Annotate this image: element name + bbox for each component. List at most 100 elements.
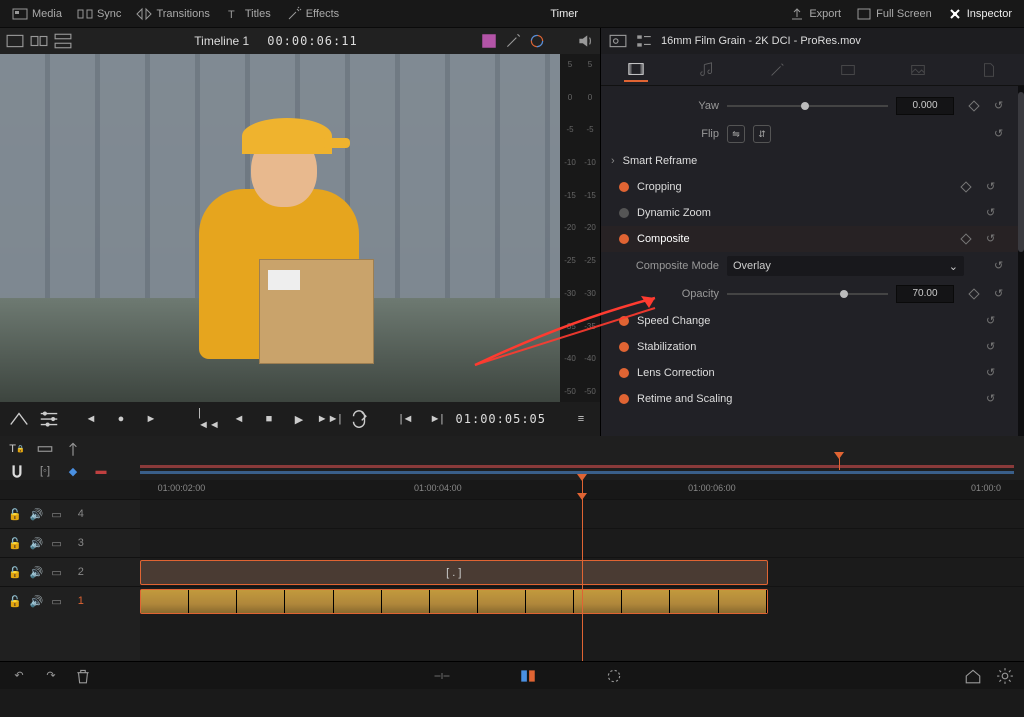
fullscreen-button[interactable]: Full Screen [850,3,938,25]
transport-menu-icon[interactable]: ≡ [570,408,592,430]
clip-thumb-icon[interactable] [609,32,627,50]
flip-reset-icon[interactable]: ↺ [994,127,1008,141]
tab-image[interactable] [906,58,930,82]
track-head-4[interactable]: 🔓🔊▭4 [0,499,140,528]
overlay-icon-1[interactable] [480,32,498,50]
composite-toggle[interactable] [619,234,629,244]
lens-reset-icon[interactable]: ↺ [986,366,1000,380]
timeline-view-2-icon[interactable] [64,440,82,458]
gear-icon[interactable] [996,667,1014,685]
smart-reframe-section[interactable]: › Smart Reframe [601,148,1018,174]
lock-icon[interactable]: 🔓 [8,595,22,608]
cropping-section[interactable]: Cropping ↺ [601,174,1018,200]
yaw-value[interactable]: 0.000 [896,97,954,115]
flip-h-button[interactable]: ⇋ [727,125,745,143]
viewer-mode-1-icon[interactable] [6,32,24,50]
tab-file[interactable] [977,58,1001,82]
stabilization-toggle[interactable] [619,342,629,352]
prev-frame-icon[interactable]: ◄ [228,408,250,430]
go-start-icon[interactable]: |◄◄ [198,408,220,430]
composite-mode-reset-icon[interactable]: ↺ [994,259,1008,273]
speaker-icon[interactable]: 🔊 [30,566,44,579]
lock-icon[interactable]: 🔓 [8,537,22,550]
inspector-scrollbar[interactable] [1018,86,1024,436]
viewer-mode-3-icon[interactable] [54,32,72,50]
lock-icon[interactable]: 🔓 [8,508,22,521]
next-frame-icon[interactable]: ►►| [318,408,340,430]
flip-v-button[interactable]: ⇵ [753,125,771,143]
sync-button[interactable]: Sync [71,3,127,25]
speaker-icon[interactable]: 🔊 [30,595,44,608]
transport-timecode[interactable]: 01:00:05:05 [456,412,546,426]
effects-button[interactable]: Effects [280,3,345,25]
track-head-1[interactable]: 🔓🔊▭1 [0,586,140,615]
composite-reset-icon[interactable]: ↺ [986,232,1000,246]
settings-sliders-icon[interactable] [38,408,60,430]
transitions-button[interactable]: Transitions [130,3,215,25]
speaker-icon[interactable] [576,32,594,50]
home-icon[interactable] [964,667,982,685]
timeline-range-bar[interactable] [140,462,1014,470]
cropping-reset-icon[interactable]: ↺ [986,180,1000,194]
page-cut-icon[interactable] [433,667,451,685]
composite-keyframe[interactable] [960,233,971,244]
page-loading-icon[interactable] [605,667,623,685]
play-icon[interactable]: ▶ [288,408,310,430]
yaw-slider[interactable] [727,105,888,107]
snap-icon[interactable] [8,462,26,480]
stop-icon[interactable]: ■ [258,408,280,430]
opacity-reset-icon[interactable]: ↺ [994,287,1008,301]
preview-area[interactable]: 50-5-10-15-20-25-30-35-40-50 50-5-10-15-… [0,54,600,402]
opacity-keyframe[interactable] [968,288,979,299]
tab-video[interactable] [624,58,648,82]
trash-icon[interactable] [74,667,92,685]
timeline-body[interactable]: [ . ] [140,499,1024,661]
retime-section[interactable]: Retime and Scaling ↺ [601,386,1018,412]
magic-wand-icon[interactable] [504,32,522,50]
opacity-value[interactable]: 70.00 [896,285,954,303]
opacity-slider[interactable] [727,293,888,295]
bypass-icon[interactable] [8,408,30,430]
dynamic-zoom-reset-icon[interactable]: ↺ [986,206,1000,220]
clip-video[interactable] [140,589,768,614]
viewer-mode-2-icon[interactable] [30,32,48,50]
track-head-3[interactable]: 🔓🔊▭3 [0,528,140,557]
composite-section[interactable]: Composite ↺ [601,226,1018,252]
timeline-playhead[interactable] [582,499,583,661]
link-icon[interactable]: [◦] [36,462,54,480]
speaker-icon[interactable]: 🔊 [30,537,44,550]
stabilization-section[interactable]: Stabilization ↺ [601,334,1018,360]
track-toggle-icon[interactable]: ▭ [51,537,61,550]
dynamic-zoom-toggle[interactable] [619,208,629,218]
mark-out-icon[interactable]: ► [140,408,162,430]
tab-effects[interactable] [765,58,789,82]
next-clip-icon[interactable]: ►| [426,408,448,430]
speaker-icon[interactable]: 🔊 [30,508,44,521]
redo-icon[interactable]: ↷ [42,667,60,685]
track-toggle-icon[interactable]: ▭ [51,595,61,608]
retime-toggle[interactable] [619,394,629,404]
yaw-reset-icon[interactable]: ↺ [994,99,1008,113]
clip-grain[interactable]: [ . ] [140,560,768,585]
tab-transition[interactable] [836,58,860,82]
yaw-keyframe[interactable] [968,100,979,111]
speed-reset-icon[interactable]: ↺ [986,314,1000,328]
timeline-view-1-icon[interactable] [36,440,54,458]
speed-change-section[interactable]: Speed Change ↺ [601,308,1018,334]
inspector-button[interactable]: Inspector [941,3,1018,25]
speed-change-toggle[interactable] [619,316,629,326]
marker-blue-icon[interactable]: ◆ [64,462,82,480]
flag-icon[interactable]: ▬ [92,462,110,480]
color-wheel-icon[interactable] [528,32,546,50]
stabilization-reset-icon[interactable]: ↺ [986,340,1000,354]
prev-clip-icon[interactable]: |◄ [396,408,418,430]
clip-list-icon[interactable] [635,32,653,50]
record-icon[interactable]: ● [110,408,132,430]
composite-mode-dropdown[interactable]: Overlay⌄ [727,256,964,276]
tab-audio[interactable] [695,58,719,82]
timeline-lock-icon[interactable]: T🔒 [8,440,26,458]
media-button[interactable]: Media [6,3,68,25]
lens-correction-section[interactable]: Lens Correction ↺ [601,360,1018,386]
titles-button[interactable]: TTitles [219,3,277,25]
retime-reset-icon[interactable]: ↺ [986,392,1000,406]
